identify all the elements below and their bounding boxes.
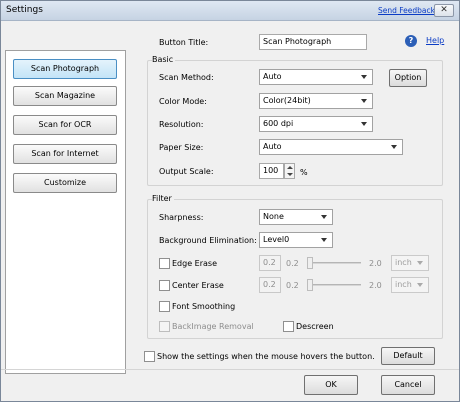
edge-erase-checkbox[interactable] (159, 258, 170, 269)
backimage-removal-checkbox[interactable] (159, 321, 170, 332)
spin-up-icon[interactable] (287, 166, 293, 169)
chevron-down-icon (321, 238, 327, 242)
sharpness-label: Sharpness: (159, 213, 204, 222)
chevron-down-icon (361, 99, 367, 103)
color-mode-value: Color(24bit) (263, 96, 311, 105)
descreen-checkbox[interactable] (283, 321, 294, 332)
output-scale-label: Output Scale: (159, 167, 214, 176)
edge-erase-max-label: 2.0 (369, 259, 382, 268)
title-bar: Settings Send Feedback ✕ (1, 1, 459, 21)
edge-erase-label: Edge Erase (172, 259, 218, 268)
background-elimination-select[interactable]: Level0 (259, 232, 333, 248)
chevron-down-icon (361, 75, 367, 79)
filter-group-label: Filter (152, 194, 174, 203)
window-title: Settings (6, 5, 43, 15)
output-scale-unit: % (300, 168, 308, 177)
backimage-removal-label: BackImage Removal (172, 322, 254, 331)
option-button[interactable]: Option (389, 69, 427, 87)
resolution-select[interactable]: 600 dpi (259, 116, 373, 132)
descreen-label: Descreen (296, 322, 334, 331)
ok-button[interactable]: OK (304, 375, 358, 395)
help-icon[interactable]: ? (405, 35, 417, 47)
edge-erase-slider-thumb[interactable] (307, 257, 313, 269)
send-feedback-link[interactable]: Send Feedback (378, 6, 435, 15)
sidebar-item-scan-for-ocr[interactable]: Scan for OCR (13, 115, 117, 135)
sidebar-item-customize[interactable]: Customize (13, 173, 117, 193)
background-elimination-label: Background Elimination: (159, 236, 257, 245)
close-icon: ✕ (440, 5, 448, 15)
center-erase-checkbox[interactable] (159, 280, 170, 291)
chevron-down-icon (417, 261, 423, 265)
button-title-label: Button Title: (159, 38, 209, 47)
output-scale-input[interactable]: 100 (259, 163, 284, 179)
scan-method-value: Auto (263, 72, 282, 81)
paper-size-label: Paper Size: (159, 143, 204, 152)
center-erase-input[interactable]: 0.2 (259, 277, 281, 293)
scan-method-select[interactable]: Auto (259, 69, 373, 85)
sharpness-value: None (263, 212, 284, 221)
edge-erase-slider[interactable] (309, 262, 361, 264)
paper-size-value: Auto (263, 142, 282, 151)
edge-erase-input[interactable]: 0.2 (259, 255, 281, 271)
center-erase-unit-value: inch (395, 280, 412, 289)
edge-erase-unit-value: inch (395, 258, 412, 267)
basic-group-label: Basic (152, 55, 176, 64)
scan-method-label: Scan Method: (159, 73, 214, 82)
resolution-label: Resolution: (159, 120, 204, 129)
edge-erase-unit-select[interactable]: inch (391, 255, 429, 271)
resolution-value: 600 dpi (263, 119, 294, 128)
footer-separator (1, 369, 459, 370)
color-mode-label: Color Mode: (159, 97, 207, 106)
chevron-down-icon (321, 215, 327, 219)
center-erase-unit-select[interactable]: inch (391, 277, 429, 293)
cancel-button[interactable]: Cancel (381, 375, 435, 395)
default-button[interactable]: Default (381, 347, 435, 365)
font-smoothing-label: Font Smoothing (172, 302, 236, 311)
center-erase-label: Center Erase (172, 281, 224, 290)
center-erase-slider-thumb[interactable] (307, 279, 313, 291)
center-erase-slider[interactable] (309, 284, 361, 286)
output-scale-spinner[interactable] (284, 163, 295, 179)
show-on-hover-checkbox[interactable] (144, 351, 155, 362)
chevron-down-icon (361, 122, 367, 126)
center-erase-max-label: 2.0 (369, 281, 382, 290)
sharpness-select[interactable]: None (259, 209, 333, 225)
center-erase-min-label: 0.2 (286, 281, 299, 290)
chevron-down-icon (391, 145, 397, 149)
background-elimination-value: Level0 (263, 235, 290, 244)
spin-down-icon[interactable] (287, 173, 293, 176)
scan-button-list: Scan Photograph Scan Magazine Scan for O… (5, 50, 126, 374)
button-title-input[interactable]: Scan Photograph (259, 34, 367, 50)
edge-erase-min-label: 0.2 (286, 259, 299, 268)
sidebar-item-scan-for-internet[interactable]: Scan for Internet (13, 144, 117, 164)
close-button[interactable]: ✕ (434, 4, 454, 17)
settings-window: Settings Send Feedback ✕ Scan Photograph… (0, 0, 460, 402)
font-smoothing-checkbox[interactable] (159, 301, 170, 312)
chevron-down-icon (417, 283, 423, 287)
help-link[interactable]: Help (426, 36, 444, 45)
show-on-hover-label: Show the settings when the mouse hovers … (157, 352, 375, 361)
sidebar-item-scan-photograph[interactable]: Scan Photograph (13, 59, 117, 79)
sidebar-item-scan-magazine[interactable]: Scan Magazine (13, 86, 117, 106)
paper-size-select[interactable]: Auto (259, 139, 403, 155)
color-mode-select[interactable]: Color(24bit) (259, 93, 373, 109)
